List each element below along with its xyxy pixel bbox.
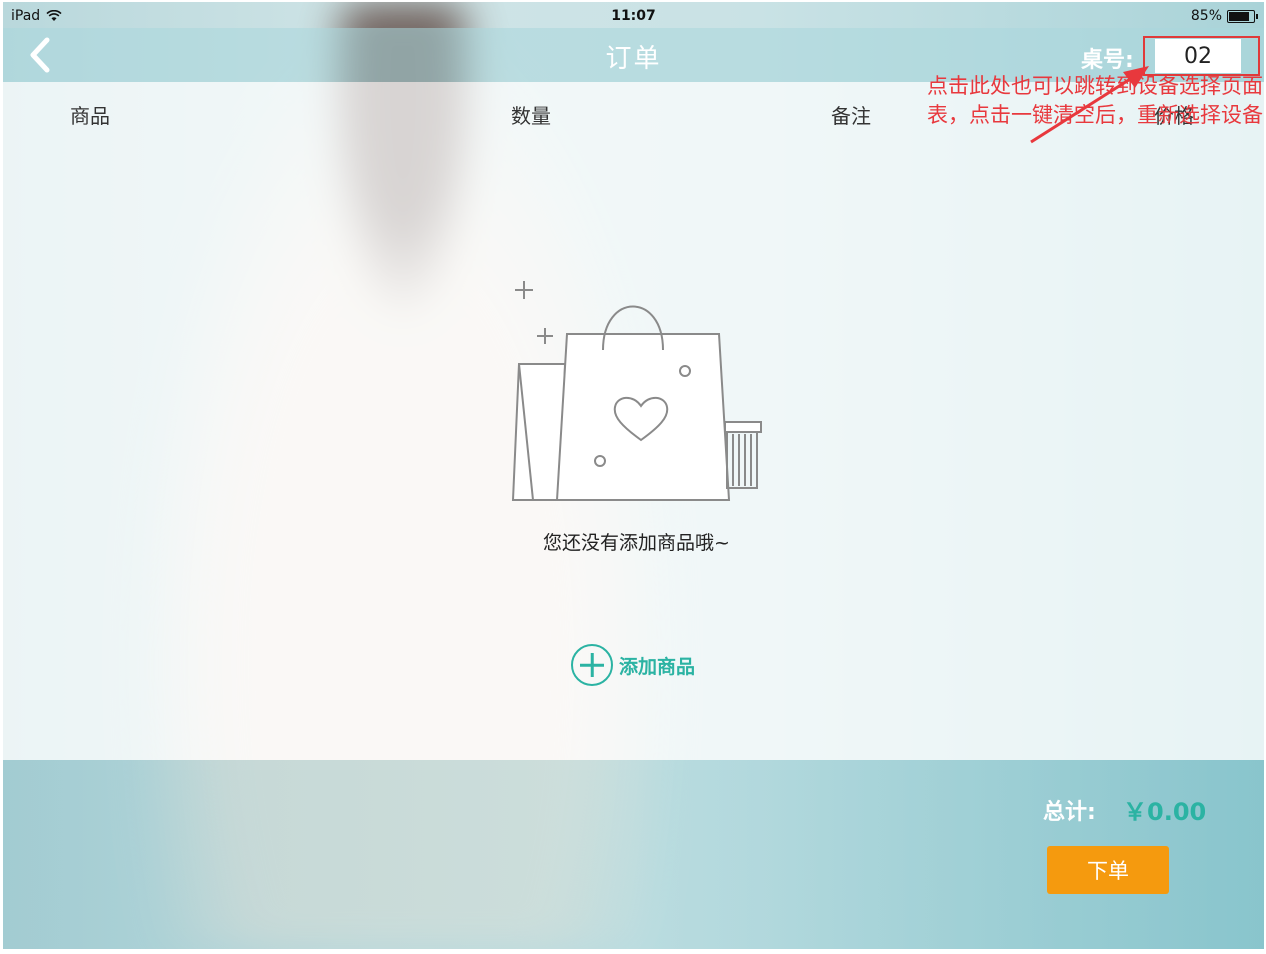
annotation-line-1: 点击此处也可以跳转到设备选择页面 bbox=[927, 74, 1263, 98]
add-product-label: 添加商品 bbox=[619, 655, 696, 678]
total-value: ￥0.00 bbox=[1123, 798, 1207, 826]
status-right: 85% bbox=[1191, 8, 1258, 24]
add-product-button[interactable]: 添加商品 bbox=[571, 641, 695, 689]
column-header-remark: 备注 bbox=[831, 104, 871, 128]
status-bar: iPad 11:07 85% bbox=[3, 2, 1264, 28]
annotation-line-2: 表，点击一键清空后，重新选择设备 bbox=[927, 103, 1263, 127]
add-circle-icon bbox=[571, 644, 613, 686]
battery-icon bbox=[1227, 9, 1255, 23]
battery-fill bbox=[1229, 11, 1250, 21]
column-header-quantity: 数量 bbox=[511, 104, 551, 128]
status-time: 11:07 bbox=[611, 8, 656, 24]
empty-state-message: 您还没有添加商品哦~ bbox=[543, 532, 730, 554]
order-footer: 总计: ￥0.00 下单 bbox=[3, 760, 1264, 949]
column-header-product: 商品 bbox=[70, 104, 110, 128]
battery-percent: 85% bbox=[1190, 8, 1222, 24]
shopping-bag-icon bbox=[511, 281, 762, 501]
total-label: 总计: bbox=[1043, 800, 1096, 825]
place-order-button[interactable]: 下单 bbox=[1047, 846, 1169, 894]
order-list-area: 商品 数量 备注 价格 您还没有添加商品哦~ 添加商品 bbox=[3, 82, 1264, 760]
battery-tip bbox=[1256, 13, 1258, 19]
app-screen: iPad 11:07 85% 订单 桌号: 02 商品 数量 备注 价格 您还没… bbox=[3, 2, 1264, 949]
annotation-note: 点击此处也可以跳转到设备选择页面 表，点击一键清空后，重新选择设备 bbox=[883, 72, 1263, 130]
